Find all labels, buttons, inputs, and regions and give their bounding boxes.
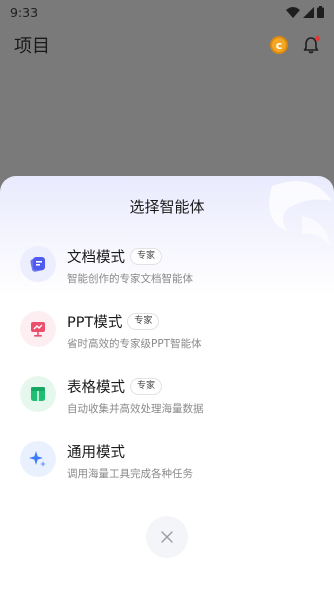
option-name: PPT模式 — [67, 315, 123, 331]
option-ppt-mode[interactable]: PPT模式 专家 省时高效的专家级PPT智能体 — [20, 311, 320, 363]
agent-selector-sheet: 选择智能体 文档模式 专家 智能创作的专家文档智能体 PPT模式 专家 省时高效… — [0, 176, 334, 594]
option-name: 文档模式 — [67, 250, 125, 266]
table-icon — [20, 376, 56, 412]
wifi-icon — [286, 6, 300, 18]
app-header: 项目 c — [0, 24, 334, 66]
sparkle-icon — [20, 441, 56, 477]
close-button[interactable] — [146, 516, 188, 558]
expert-badge: 专家 — [130, 248, 163, 265]
close-icon — [161, 531, 173, 543]
option-description: 省时高效的专家级PPT智能体 — [67, 338, 202, 350]
status-bar: 9:33 — [0, 0, 334, 24]
status-time: 9:33 — [10, 4, 39, 20]
option-table-mode[interactable]: 表格模式 专家 自动收集并高效处理海量数据 — [20, 376, 320, 428]
signal-icon — [303, 6, 314, 18]
option-title: 文档模式 专家 — [67, 246, 163, 267]
document-icon — [20, 246, 56, 282]
option-description: 调用海量工具完成各种任务 — [67, 468, 193, 480]
notification-bell[interactable] — [302, 36, 320, 54]
option-name: 通用模式 — [67, 445, 125, 461]
page-title: 项目 — [14, 36, 50, 57]
coin-icon[interactable]: c — [270, 36, 288, 54]
notification-dot — [315, 36, 320, 41]
battery-icon — [317, 6, 324, 18]
status-icons — [286, 6, 324, 18]
option-general-mode[interactable]: 通用模式 调用海量工具完成各种任务 — [20, 441, 320, 493]
option-name: 表格模式 — [67, 380, 125, 396]
option-title: 表格模式 专家 — [67, 376, 163, 397]
sheet-title: 选择智能体 — [129, 198, 205, 216]
option-description: 自动收集并高效处理海量数据 — [67, 403, 204, 415]
expert-badge: 专家 — [127, 313, 160, 330]
option-title: PPT模式 专家 — [67, 311, 160, 332]
option-description: 智能创作的专家文档智能体 — [67, 273, 193, 285]
header-actions: c — [270, 36, 320, 54]
expert-badge: 专家 — [130, 378, 163, 395]
option-document-mode[interactable]: 文档模式 专家 智能创作的专家文档智能体 — [20, 246, 320, 298]
presentation-icon — [20, 311, 56, 347]
option-title: 通用模式 — [67, 441, 125, 462]
